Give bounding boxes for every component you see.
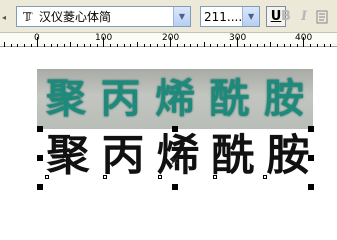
- font-family-combo[interactable]: T 汉仪菱心体简 ▼: [16, 6, 191, 27]
- character-node[interactable]: [103, 175, 107, 179]
- selection-handle-left[interactable]: [37, 155, 43, 161]
- ruler-label-100: 100: [95, 33, 113, 43]
- character-node[interactable]: [213, 175, 217, 179]
- horizontal-ruler[interactable]: 0 100 200 300 400: [0, 33, 337, 47]
- selection-handle-bottom-left[interactable]: [37, 184, 43, 190]
- ruler-label-200: 200: [162, 33, 180, 43]
- drawing-canvas[interactable]: 聚 丙 烯 酰 胺 聚 丙 烯 酰 胺 ✕: [0, 47, 337, 208]
- chevron-down-icon: ▼: [248, 12, 255, 21]
- selection-handle-bottom[interactable]: [172, 184, 178, 190]
- ruler-label-400: 400: [295, 33, 313, 43]
- bold-button[interactable]: B: [276, 6, 296, 27]
- truetype-font-icon: T: [17, 7, 37, 26]
- font-family-value[interactable]: 汉仪菱心体简: [37, 8, 173, 25]
- chevron-down-icon: ▼: [178, 12, 186, 21]
- rotation-center-icon[interactable]: ✕: [170, 156, 179, 167]
- selection-handle-top-left[interactable]: [37, 126, 43, 132]
- font-size-combo[interactable]: 211.... ▼: [200, 6, 260, 27]
- photo-char: 聚: [46, 76, 86, 122]
- character-node[interactable]: [263, 175, 267, 179]
- character-node[interactable]: [158, 175, 162, 179]
- toolbar-scroll-left-icon[interactable]: ◂: [0, 10, 8, 26]
- character-format-icon[interactable]: [315, 8, 333, 26]
- selection-handle-top[interactable]: [172, 126, 178, 132]
- photo-char: 酰: [209, 76, 250, 122]
- text-char[interactable]: 丙: [97, 131, 149, 181]
- text-char[interactable]: 聚: [42, 131, 94, 181]
- text-char[interactable]: 酰: [207, 131, 259, 181]
- bitmap-image[interactable]: 聚 丙 烯 酰 胺: [37, 69, 313, 129]
- character-node[interactable]: [45, 175, 49, 179]
- text-char[interactable]: 胺: [262, 131, 314, 181]
- selection-handle-top-right[interactable]: [308, 126, 314, 132]
- selection-handle-right[interactable]: [308, 155, 314, 161]
- property-bar: ◂ T 汉仪菱心体简 ▼ 211.... ▼ U B I: [0, 0, 337, 33]
- font-size-value[interactable]: 211....: [201, 10, 242, 24]
- photo-char: 胺: [264, 76, 304, 122]
- font-size-dropdown-button[interactable]: ▼: [242, 7, 259, 26]
- ruler-label-300: 300: [229, 33, 247, 43]
- selection-handle-bottom-right[interactable]: [308, 184, 314, 190]
- photo-char: 烯: [155, 76, 195, 122]
- font-family-dropdown-button[interactable]: ▼: [173, 7, 190, 26]
- photo-char: 丙: [100, 76, 141, 122]
- photo-characters: 聚 丙 烯 酰 胺: [37, 75, 313, 125]
- ruler-label-0: 0: [34, 33, 40, 43]
- italic-button[interactable]: I: [294, 6, 314, 27]
